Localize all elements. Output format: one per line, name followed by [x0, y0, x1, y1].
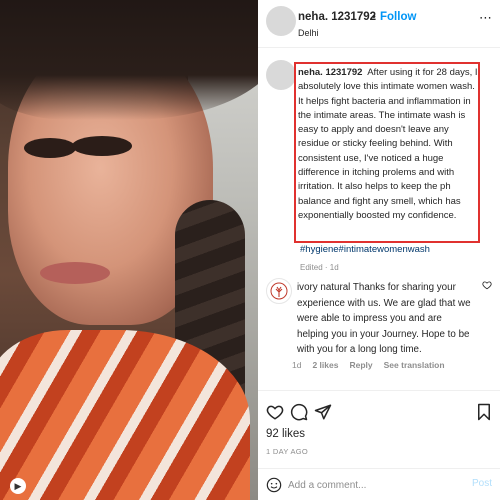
like-icon[interactable] — [266, 403, 284, 421]
photo-hair — [0, 0, 258, 120]
comment-icon[interactable] — [290, 403, 308, 421]
author-username[interactable]: neha. 1231792 — [298, 11, 376, 23]
photo-eye-left — [24, 138, 76, 158]
post-timestamp: 1 DAY AGO — [266, 447, 309, 456]
post-location[interactable]: Delhi — [298, 28, 319, 38]
post-panel: neha. 1231792 • Follow Delhi ⋯ neha. 123… — [258, 0, 500, 500]
reply-username[interactable]: ivory natural — [297, 282, 350, 293]
save-icon[interactable] — [476, 403, 492, 421]
reply-likes[interactable]: 2 likes — [312, 360, 338, 370]
post-hashtags[interactable]: #hygiene#intimatewomenwash — [300, 244, 430, 255]
post-caption: neha. 1231792 After using it for 28 days… — [298, 66, 478, 223]
more-options-icon[interactable]: ⋯ — [479, 10, 492, 26]
play-icon[interactable]: ▶ — [10, 478, 26, 494]
emoji-icon[interactable] — [266, 477, 282, 493]
likes-count[interactable]: 92 likes — [266, 428, 305, 440]
action-bar — [258, 390, 500, 430]
add-comment-bar: Post — [258, 468, 500, 500]
comment-like-icon[interactable] — [482, 280, 492, 290]
reply-body: ivory natural Thanks for sharing your ex… — [297, 280, 472, 358]
share-icon[interactable] — [314, 403, 332, 421]
comment-input[interactable] — [288, 477, 448, 493]
post-comment-button[interactable]: Post — [472, 478, 492, 489]
follow-button[interactable]: Follow — [380, 11, 416, 23]
post-photo[interactable]: ▶ — [0, 0, 258, 500]
reply-time: 1d — [292, 360, 302, 370]
caption-avatar[interactable] — [266, 60, 296, 90]
caption-username[interactable]: neha. 1231792 — [298, 67, 362, 78]
reply-meta: 1d 2 likes Reply See translation — [292, 360, 445, 370]
photo-eye-right — [72, 136, 132, 156]
separator-dot: • — [372, 11, 376, 23]
edited-label: Edited · 1d — [300, 263, 339, 272]
photo-lips — [40, 262, 110, 284]
reply-text: Thanks for sharing your experience with … — [297, 282, 471, 356]
author-avatar[interactable] — [266, 6, 296, 36]
caption-text: After using it for 28 days, I absolutely… — [298, 67, 478, 221]
see-translation-link[interactable]: See translation — [384, 360, 445, 370]
reply-button[interactable]: Reply — [349, 360, 372, 370]
brand-logo-icon[interactable] — [266, 278, 292, 304]
post-header: neha. 1231792 • Follow Delhi ⋯ — [258, 0, 500, 48]
